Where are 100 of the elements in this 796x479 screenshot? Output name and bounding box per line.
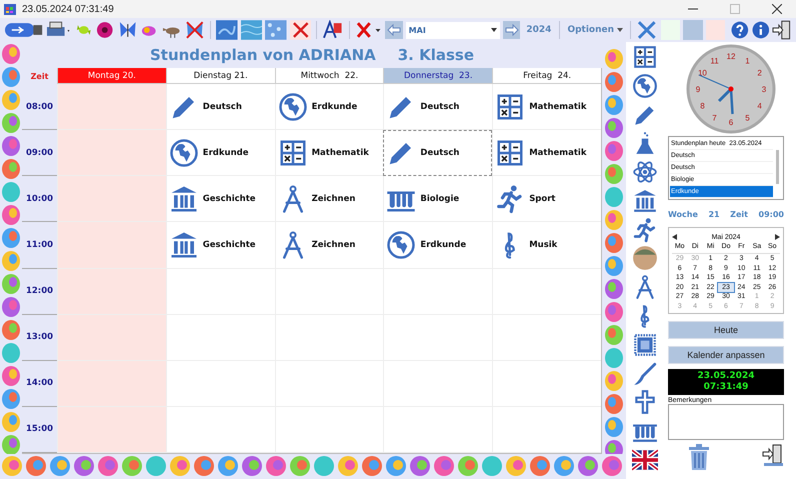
subject-label: Erdkunde bbox=[202, 148, 248, 158]
year-label: 2024 bbox=[526, 25, 552, 35]
subject-label: Deutsch bbox=[202, 102, 242, 112]
building-icon bbox=[168, 230, 199, 260]
exit-icon[interactable] bbox=[762, 444, 784, 466]
calculator-icon bbox=[278, 138, 308, 168]
previous-month-arrow-icon[interactable] bbox=[672, 234, 677, 240]
subject-label: Geschichte bbox=[202, 240, 256, 250]
lesson-cell[interactable] bbox=[57, 314, 166, 361]
lesson-cell[interactable]: Zeichnen bbox=[274, 176, 384, 222]
trash-icon[interactable] bbox=[688, 444, 710, 470]
lesson-cell[interactable] bbox=[57, 84, 166, 130]
lesson-cell[interactable] bbox=[166, 268, 275, 315]
subject-label: Deutsch bbox=[420, 148, 460, 158]
building-icon[interactable] bbox=[632, 188, 658, 214]
lesson-cell[interactable]: Sport bbox=[492, 176, 601, 222]
lesson-cell[interactable] bbox=[492, 406, 601, 453]
lesson-cell[interactable]: Deutsch bbox=[166, 84, 275, 130]
printer-icon[interactable] bbox=[46, 21, 72, 39]
display-date: 23.05.2024 bbox=[698, 371, 754, 382]
globe-icon bbox=[386, 230, 416, 260]
lesson-cell[interactable] bbox=[492, 360, 601, 407]
atom-icon[interactable] bbox=[632, 159, 658, 186]
chip-icon[interactable] bbox=[632, 332, 658, 358]
calculator-icon bbox=[495, 92, 526, 122]
lesson-cell[interactable] bbox=[492, 314, 601, 361]
lesson-cell[interactable]: Mathematik bbox=[492, 84, 601, 130]
lesson-cell[interactable] bbox=[57, 360, 166, 407]
subject-label: Musik bbox=[529, 240, 558, 250]
globe-icon bbox=[278, 92, 308, 122]
previous-month-button[interactable] bbox=[385, 21, 403, 39]
lesson-cell[interactable]: Musik bbox=[492, 222, 601, 268]
brush-icon[interactable] bbox=[632, 360, 658, 387]
day-header[interactable]: Freitag 24. bbox=[492, 68, 601, 84]
clock-numeral: 8 bbox=[700, 102, 705, 110]
next-month-button[interactable] bbox=[502, 21, 520, 39]
lesson-cell[interactable] bbox=[383, 406, 492, 453]
window-title: 23.05.2024 07:31:49 bbox=[22, 4, 114, 14]
notes-field[interactable] bbox=[668, 404, 784, 440]
scrollbar[interactable] bbox=[776, 150, 779, 184]
lesson-cell[interactable] bbox=[274, 406, 384, 453]
subject-label: Erdkunde bbox=[312, 102, 358, 112]
lesson-cell[interactable]: Deutsch bbox=[383, 130, 492, 176]
lesson-cell[interactable]: Mathematik bbox=[492, 130, 601, 176]
lesson-cell[interactable]: Erdkunde bbox=[274, 84, 384, 130]
clock-numeral: 3 bbox=[762, 85, 766, 94]
lesson-cell[interactable] bbox=[166, 314, 275, 361]
lesson-cell[interactable] bbox=[166, 406, 275, 453]
month-dropdown[interactable]: MAI bbox=[406, 22, 500, 38]
spelling-icon[interactable] bbox=[322, 20, 344, 40]
lesson-cell[interactable] bbox=[492, 268, 601, 315]
flag-icon[interactable] bbox=[632, 446, 658, 473]
day-header[interactable]: Mittwoch 22. bbox=[274, 68, 384, 84]
tools-icon[interactable] bbox=[636, 20, 658, 40]
lesson-cell[interactable] bbox=[57, 130, 166, 176]
close-icon[interactable] bbox=[772, 4, 782, 14]
avatar-icon[interactable] bbox=[632, 245, 658, 272]
lesson-cell[interactable] bbox=[57, 222, 166, 268]
usb-stick-icon[interactable] bbox=[4, 21, 44, 39]
lesson-cell[interactable]: Erdkunde bbox=[383, 222, 492, 268]
next-month-arrow-icon[interactable] bbox=[774, 234, 780, 240]
clock-numeral: 9 bbox=[696, 85, 700, 94]
lesson-cell[interactable] bbox=[166, 360, 275, 407]
water-pattern-icon[interactable] bbox=[240, 20, 262, 40]
action-button[interactable]: Kalender anpassen bbox=[668, 346, 784, 364]
lesson-cell[interactable]: Geschichte bbox=[166, 176, 275, 222]
lesson-cell[interactable]: Deutsch bbox=[383, 84, 492, 130]
info-icon[interactable] bbox=[752, 21, 770, 39]
butterfly-icon[interactable] bbox=[118, 21, 138, 39]
delete-icon[interactable] bbox=[354, 21, 382, 39]
timetable-title: Stundenplan von ADRIANA bbox=[150, 46, 376, 64]
day-header[interactable]: Donnerstag 23. bbox=[383, 68, 492, 84]
day-header[interactable]: Montag 20. bbox=[57, 68, 166, 84]
calculator-icon[interactable] bbox=[632, 44, 658, 70]
lesson-cell[interactable] bbox=[57, 268, 166, 315]
lesson-cell[interactable]: Zeichnen bbox=[274, 222, 384, 268]
day-header[interactable]: Dienstag 21. bbox=[166, 68, 275, 84]
time-header: Zeit bbox=[30, 70, 50, 82]
maximize-icon[interactable] bbox=[730, 4, 740, 14]
help-icon[interactable] bbox=[731, 21, 749, 39]
exit-icon[interactable] bbox=[772, 20, 792, 40]
pattern-icon[interactable] bbox=[216, 20, 238, 40]
crossed-butterfly-icon[interactable] bbox=[185, 21, 206, 39]
runner-icon[interactable] bbox=[632, 216, 658, 243]
globe-icon[interactable] bbox=[632, 72, 658, 99]
bubbles-pattern-icon[interactable] bbox=[265, 20, 287, 40]
lesson-cell[interactable]: Mathematik bbox=[274, 130, 384, 176]
lesson-cell[interactable]: Erdkunde bbox=[166, 130, 275, 176]
color-swatch[interactable] bbox=[683, 20, 703, 40]
subject-label: Sport bbox=[529, 194, 556, 204]
clock-numeral: 12 bbox=[726, 52, 736, 61]
subject-label: Mathematik bbox=[529, 102, 586, 112]
cancel-icon[interactable] bbox=[290, 20, 312, 40]
flower-icon[interactable] bbox=[95, 21, 115, 39]
lesson-cell[interactable] bbox=[57, 406, 166, 453]
lesson-cell[interactable]: Geschichte bbox=[166, 222, 275, 268]
display-time: 07:31:49 bbox=[704, 382, 748, 393]
lesson-cell[interactable] bbox=[57, 176, 166, 222]
lesson-cell[interactable]: Biologie bbox=[383, 176, 492, 222]
action-button[interactable]: Heute bbox=[668, 321, 784, 339]
